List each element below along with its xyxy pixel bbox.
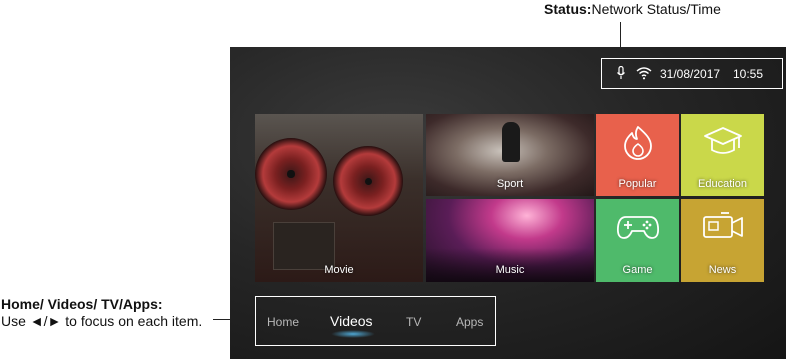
tile-game[interactable]: Game <box>596 199 679 282</box>
status-callout-title: Status: <box>544 1 592 17</box>
projector-image <box>273 222 335 270</box>
motocross-rider-image <box>502 122 520 162</box>
tile-popular[interactable]: Popular <box>596 114 679 196</box>
gamepad-icon <box>616 216 659 239</box>
status-date: 31/08/2017 <box>660 67 721 81</box>
graduation-cap-icon <box>703 127 742 154</box>
tile-news[interactable]: News <box>681 199 764 282</box>
main-nav-bar: Home Videos TV Apps <box>255 296 496 346</box>
film-reel-image <box>333 146 403 216</box>
tile-sport-label: Sport <box>496 178 524 190</box>
nav-home[interactable]: Home <box>267 315 299 329</box>
wifi-icon <box>636 67 652 80</box>
nav-videos[interactable]: Videos <box>330 313 373 329</box>
microphone-icon <box>617 66 625 79</box>
video-camera-icon <box>702 212 743 238</box>
home-callout-title: Home/ Videos/ TV/Apps: <box>1 296 163 312</box>
tile-music[interactable]: Music <box>426 199 594 282</box>
nav-active-glow <box>331 330 375 338</box>
tile-movie-label: Movie <box>324 264 354 276</box>
tile-education[interactable]: Education <box>681 114 764 196</box>
status-bar: 31/08/2017 10:55 <box>601 58 783 89</box>
nav-apps[interactable]: Apps <box>456 315 483 329</box>
home-callout: Home/ Videos/ TV/Apps: Use ◄/► to focus … <box>1 296 221 330</box>
film-reel-image <box>255 138 327 210</box>
home-callout-text: Use ◄/► to focus on each item. <box>1 313 203 329</box>
tile-popular-label: Popular <box>618 178 657 190</box>
nav-tv[interactable]: TV <box>406 315 421 329</box>
flame-icon <box>623 126 652 160</box>
tile-education-label: Education <box>698 178 747 190</box>
tile-game-label: Game <box>622 264 653 276</box>
status-callout-text: Network Status/Time <box>591 1 721 17</box>
status-time: 10:55 <box>733 67 764 81</box>
tile-music-label: Music <box>495 264 525 276</box>
tile-news-label: News <box>708 264 737 276</box>
status-callout: Status:Network Status/Time <box>544 1 784 23</box>
tile-movie[interactable]: Movie <box>255 114 423 282</box>
tile-sport[interactable]: Sport <box>426 114 594 196</box>
